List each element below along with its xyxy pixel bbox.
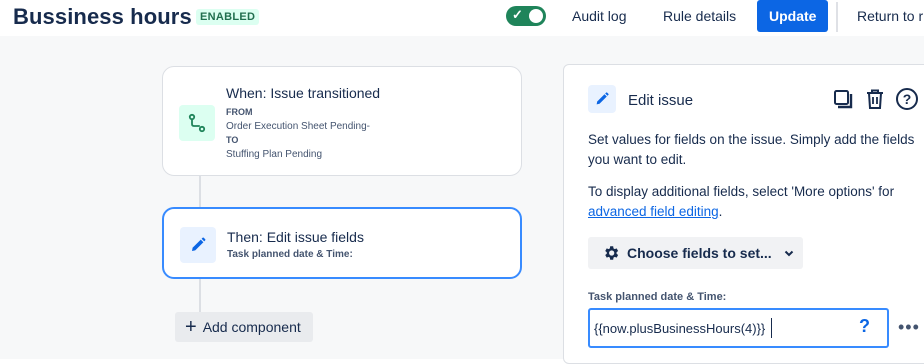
check-icon: ✓ [512,7,523,22]
to-value: Stuffing Plan Pending [226,149,323,160]
toggle-knob [529,9,543,23]
action-subtitle: Task planned date & Time: [227,249,353,260]
connector-line [199,176,201,207]
rule-title: Bussiness hours [13,4,192,29]
more-options-icon[interactable]: ••• [898,317,920,338]
copy-icon[interactable] [830,86,856,112]
header-bar: Bussiness hours ENABLED ✓ Audit log Rule… [0,0,924,36]
status-badge: ENABLED [196,9,260,25]
pencil-icon [588,85,616,113]
connector-line [199,279,201,315]
choose-fields-button[interactable]: Choose fields to set... [588,237,803,269]
trigger-title: When: Issue transitioned [226,85,381,101]
field-label: Task planned date & Time: [588,291,727,303]
gear-icon [602,244,620,262]
rule-enabled-toggle[interactable]: ✓ [506,6,546,26]
return-button[interactable]: Return to r [849,0,924,32]
action-title: Then: Edit issue fields [227,229,364,245]
chevron-down-icon [783,247,795,259]
transition-icon [179,105,215,141]
audit-log-button[interactable]: Audit log [564,0,634,32]
pencil-icon [180,227,216,263]
choose-fields-label: Choose fields to set... [627,245,772,261]
header-divider [836,2,838,32]
rule-details-button[interactable]: Rule details [655,0,744,32]
update-button[interactable]: Update [757,0,829,32]
period: . [718,204,723,219]
add-component-label: Add component [202,319,301,335]
to-label: TO [226,135,239,145]
task-planned-date-input[interactable] [594,318,844,338]
help-icon[interactable]: ? [894,86,920,112]
smart-value-help-icon[interactable]: ? [859,316,870,337]
more-options-prefix: To display additional fields, select 'Mo… [588,184,895,199]
action-card[interactable]: Then: Edit issue fields Task planned dat… [162,207,522,279]
trigger-card[interactable]: When: Issue transitioned FROM Order Exec… [162,66,522,176]
panel-more-options-text: To display additional fields, select 'Mo… [588,182,924,222]
from-label: FROM [226,107,253,117]
panel-description: Set values for fields on the issue. Simp… [588,132,915,167]
text-caret [771,318,772,338]
from-value: Order Execution Sheet Pending- [226,121,370,132]
edit-issue-panel: Edit issue ? Set values for fields on th… [563,64,924,364]
task-planned-date-field[interactable]: ? [588,308,889,348]
plus-icon: + [185,316,197,338]
trash-icon[interactable] [862,86,888,112]
advanced-field-editing-link[interactable]: advanced field editing [588,204,719,219]
svg-text:?: ? [903,91,912,107]
panel-title: Edit issue [628,92,694,109]
panel-toolbar: ? [830,86,920,112]
add-component-button[interactable]: + Add component [175,312,313,342]
